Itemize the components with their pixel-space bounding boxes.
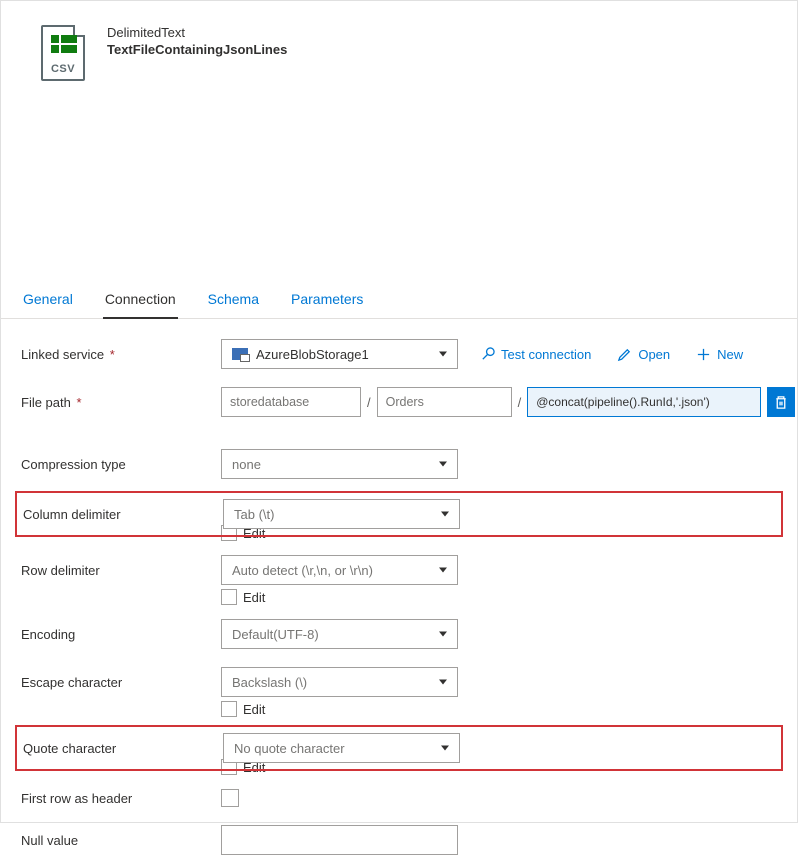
escape-character-value: Backslash (\) <box>232 675 307 690</box>
path-separator: / <box>518 395 522 410</box>
test-connection-button[interactable]: Test connection <box>480 347 591 362</box>
csv-file-icon: CSV <box>41 25 89 81</box>
encoding-select[interactable]: Default(UTF-8) <box>221 619 458 649</box>
column-delimiter-select[interactable]: Tab (\t) <box>223 499 460 529</box>
tab-connection[interactable]: Connection <box>103 281 178 319</box>
label-first-row-as-header: First row as header <box>21 791 221 806</box>
dataset-name: TextFileContainingJsonLines <box>107 42 287 57</box>
tabs: General Connection Schema Parameters <box>1 281 797 319</box>
quote-character-value: No quote character <box>234 741 345 756</box>
new-button[interactable]: New <box>696 347 743 362</box>
file-path-file-input[interactable] <box>527 387 761 417</box>
path-separator: / <box>367 395 371 410</box>
row-delimiter-edit-checkbox[interactable] <box>221 589 237 605</box>
null-value-input[interactable] <box>221 825 458 855</box>
trash-icon <box>774 395 788 410</box>
label-null-value: Null value <box>21 833 221 848</box>
chevron-down-icon <box>439 352 447 357</box>
quote-character-select[interactable]: No quote character <box>223 733 460 763</box>
tab-schema[interactable]: Schema <box>206 281 261 319</box>
chevron-down-icon <box>439 680 447 685</box>
encoding-value: Default(UTF-8) <box>232 627 319 642</box>
csv-icon-label: CSV <box>43 63 83 75</box>
compression-type-value: none <box>232 457 261 472</box>
label-quote-character: Quote character <box>23 741 223 756</box>
dataset-header: CSV DelimitedText TextFileContainingJson… <box>1 1 797 81</box>
first-row-as-header-checkbox[interactable] <box>221 789 239 807</box>
tab-general[interactable]: General <box>21 281 75 319</box>
chevron-down-icon <box>441 746 449 751</box>
escape-character-select[interactable]: Backslash (\) <box>221 667 458 697</box>
label-escape-character: Escape character <box>21 675 221 690</box>
label-column-delimiter: Column delimiter <box>23 507 223 522</box>
tab-parameters[interactable]: Parameters <box>289 281 365 319</box>
chevron-down-icon <box>439 462 447 467</box>
linked-service-select[interactable]: AzureBlobStorage1 <box>221 339 458 369</box>
linked-service-value: AzureBlobStorage1 <box>256 347 369 362</box>
open-button[interactable]: Open <box>617 347 670 362</box>
pencil-icon <box>617 347 632 362</box>
file-path-container-input[interactable] <box>221 387 361 417</box>
label-row-delimiter: Row delimiter <box>21 563 221 578</box>
row-delimiter-select[interactable]: Auto detect (\r,\n, or \r\n) <box>221 555 458 585</box>
row-delimiter-value: Auto detect (\r,\n, or \r\n) <box>232 563 373 578</box>
label-linked-service: Linked service * <box>21 347 221 362</box>
clear-filepath-button[interactable] <box>767 387 795 417</box>
storage-icon <box>232 348 248 360</box>
file-path-directory-input[interactable] <box>377 387 512 417</box>
escape-character-edit-checkbox[interactable] <box>221 701 237 717</box>
label-encoding: Encoding <box>21 627 221 642</box>
label-file-path: File path * <box>21 395 221 410</box>
chevron-down-icon <box>441 512 449 517</box>
chevron-down-icon <box>439 568 447 573</box>
label-compression-type: Compression type <box>21 457 221 472</box>
plus-icon <box>696 347 711 362</box>
dataset-type: DelimitedText <box>107 25 287 40</box>
chevron-down-icon <box>439 632 447 637</box>
test-connection-icon <box>480 347 495 362</box>
compression-type-select[interactable]: none <box>221 449 458 479</box>
column-delimiter-value: Tab (\t) <box>234 507 274 522</box>
edit-label: Edit <box>243 702 265 717</box>
edit-label: Edit <box>243 590 265 605</box>
